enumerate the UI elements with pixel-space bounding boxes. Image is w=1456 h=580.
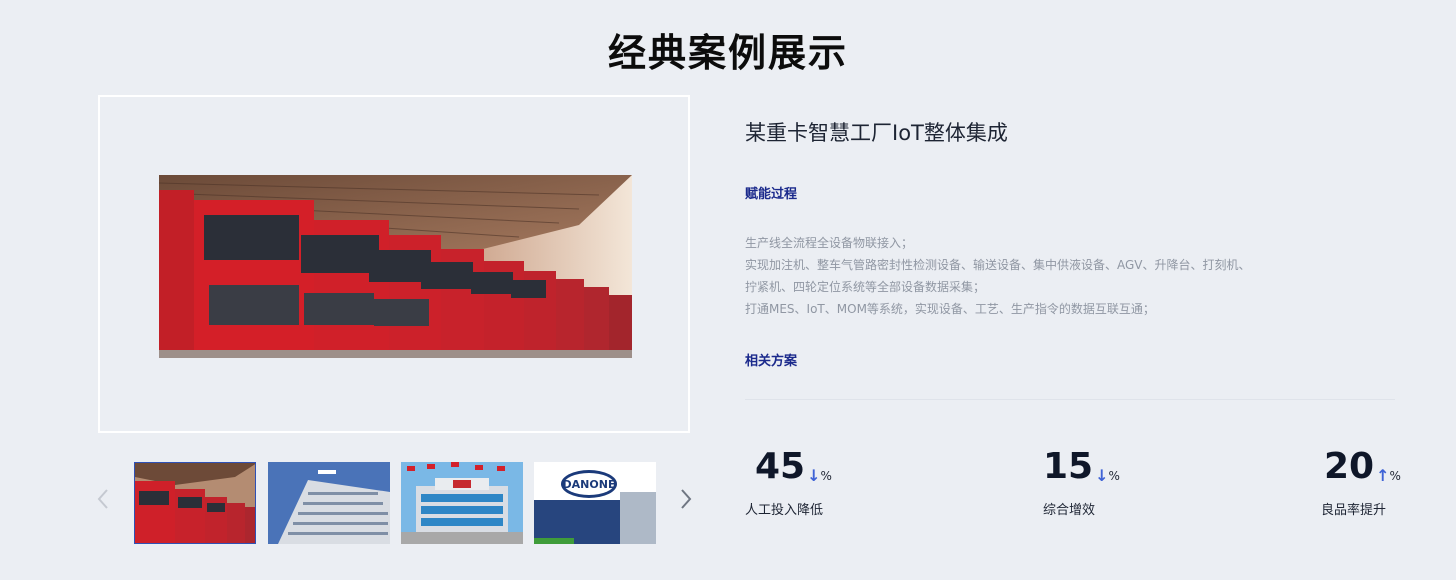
solution-label[interactable]: 相关方案 (745, 350, 797, 369)
stat-label: 综合增效 (1043, 503, 1096, 518)
stat-value: 20 (1324, 446, 1375, 487)
stat-value: 45 (755, 446, 806, 487)
arrow-up-icon: ↑ (1376, 466, 1390, 485)
chevron-right-icon (681, 489, 692, 509)
thumbnail-office[interactable] (268, 462, 390, 544)
stat-labor-reduction: 45 ↓ % 人工投入降低 (745, 445, 832, 518)
main-image-frame (98, 95, 690, 433)
arrow-down-icon: ↓ (807, 466, 821, 485)
thumbnail-factory[interactable] (401, 462, 523, 544)
thumbnail-trucks[interactable] (134, 462, 256, 544)
arrow-down-icon: ↓ (1095, 466, 1109, 485)
main-case-image (159, 175, 632, 358)
case-title: 某重卡智慧工厂IoT整体集成 (745, 121, 1008, 145)
stat-label: 人工投入降低 (745, 503, 824, 518)
stat-label: 良品率提升 (1321, 503, 1387, 518)
divider (745, 399, 1395, 400)
prev-arrow[interactable] (91, 482, 115, 516)
description-line: 生产线全流程全设备物联接入； (745, 236, 914, 250)
description-line: 实现加注机、整车气管路密封性检测设备、输送设备、集中供液设备、AGV、升降台、打… (745, 258, 1251, 294)
chevron-left-icon (97, 489, 108, 509)
process-label[interactable]: 赋能过程 (745, 183, 797, 202)
trucks-photo (135, 463, 255, 543)
stat-yield-improvement: 20 ↑ % 良品率提升 (1321, 445, 1401, 518)
description-line: 打通MES、IoT、MOM等系统，实现设备、工艺、生产指令的数据互联互通； (745, 302, 1155, 316)
stat-value: 15 (1043, 446, 1094, 487)
factory-flags-photo (401, 462, 523, 544)
danone-sign-photo: DANONE (534, 462, 656, 544)
stat-unit: % (1389, 469, 1401, 483)
danone-sign-text: DANONE (563, 478, 616, 491)
stat-unit: % (1108, 469, 1120, 483)
office-building-photo (268, 462, 390, 544)
next-arrow[interactable] (674, 482, 698, 516)
thumbnail-danone[interactable]: DANONE (534, 462, 656, 544)
stat-unit: % (820, 469, 832, 483)
case-description: 生产线全流程全设备物联接入； 实现加注机、整车气管路密封性检测设备、输送设备、集… (745, 232, 1255, 320)
page-title: 经典案例展示 (607, 31, 848, 75)
stat-efficiency: 15 ↓ % 综合增效 (1043, 445, 1120, 518)
